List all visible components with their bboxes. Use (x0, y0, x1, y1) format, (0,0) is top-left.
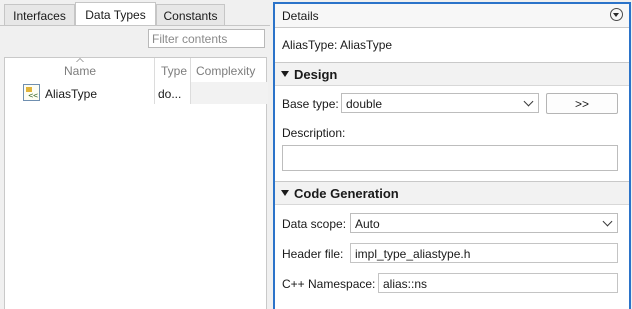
header-file-input[interactable]: impl_type_aliastype.h (350, 243, 618, 263)
base-type-value: double (346, 97, 383, 111)
filter-input[interactable]: Filter contents (148, 29, 265, 48)
tab-strip: Interfaces Data Types Constants (0, 0, 270, 26)
data-scope-label: Data scope: (282, 217, 347, 231)
data-scope-dropdown[interactable]: Auto (350, 213, 618, 233)
description-label: Description: (282, 126, 346, 140)
row-name-cell[interactable]: AliasType (45, 87, 97, 101)
collapse-icon[interactable] (610, 8, 623, 21)
expand-triangle-icon (281, 71, 289, 77)
tab-label: Constants (163, 9, 218, 23)
filter-placeholder: Filter contents (152, 32, 228, 46)
details-titlebar: Details (275, 4, 629, 28)
button-label: >> (574, 97, 589, 111)
data-type-assistant-button[interactable]: >> (546, 93, 618, 114)
row-type-cell[interactable]: do... (158, 87, 181, 101)
tab-interfaces[interactable]: Interfaces (4, 4, 75, 25)
chevron-down-icon (602, 216, 613, 227)
namespace-value: alias::ns (383, 277, 428, 291)
section-title: Code Generation (294, 186, 399, 201)
base-type-dropdown[interactable]: double (341, 93, 539, 113)
data-types-list[interactable]: Name Type Complexity << AliasType do... (4, 57, 268, 309)
alias-type-icon: << (23, 84, 40, 101)
tab-constants[interactable]: Constants (156, 4, 225, 25)
column-header-name[interactable]: Name (64, 58, 96, 82)
data-scope-value: Auto (355, 217, 380, 231)
tab-data-types[interactable]: Data Types (75, 2, 156, 26)
tab-divider (0, 25, 270, 26)
element-subtitle: AliasType: AliasType (282, 38, 393, 52)
column-header-complexity[interactable]: Complexity (196, 58, 255, 82)
namespace-label: C++ Namespace: (282, 277, 376, 291)
section-title: Design (294, 67, 338, 82)
column-header-type[interactable]: Type (161, 58, 187, 82)
design-section-header[interactable]: Design (275, 62, 629, 86)
column-divider (154, 58, 155, 104)
chevron-down-icon (523, 96, 534, 107)
header-file-value: impl_type_aliastype.h (355, 247, 471, 261)
tab-label: Interfaces (13, 9, 66, 23)
header-file-label: Header file: (282, 247, 344, 261)
namespace-input[interactable]: alias::ns (378, 273, 618, 293)
base-type-label: Base type: (282, 97, 339, 111)
code-generation-section-header[interactable]: Code Generation (275, 181, 629, 205)
row-complexity-cell (191, 82, 268, 104)
tab-label: Data Types (85, 8, 146, 22)
details-panel: Details AliasType: AliasType Design Base… (273, 2, 631, 309)
description-field[interactable] (282, 145, 618, 171)
details-title: Details (282, 9, 319, 23)
expand-triangle-icon (281, 190, 289, 196)
